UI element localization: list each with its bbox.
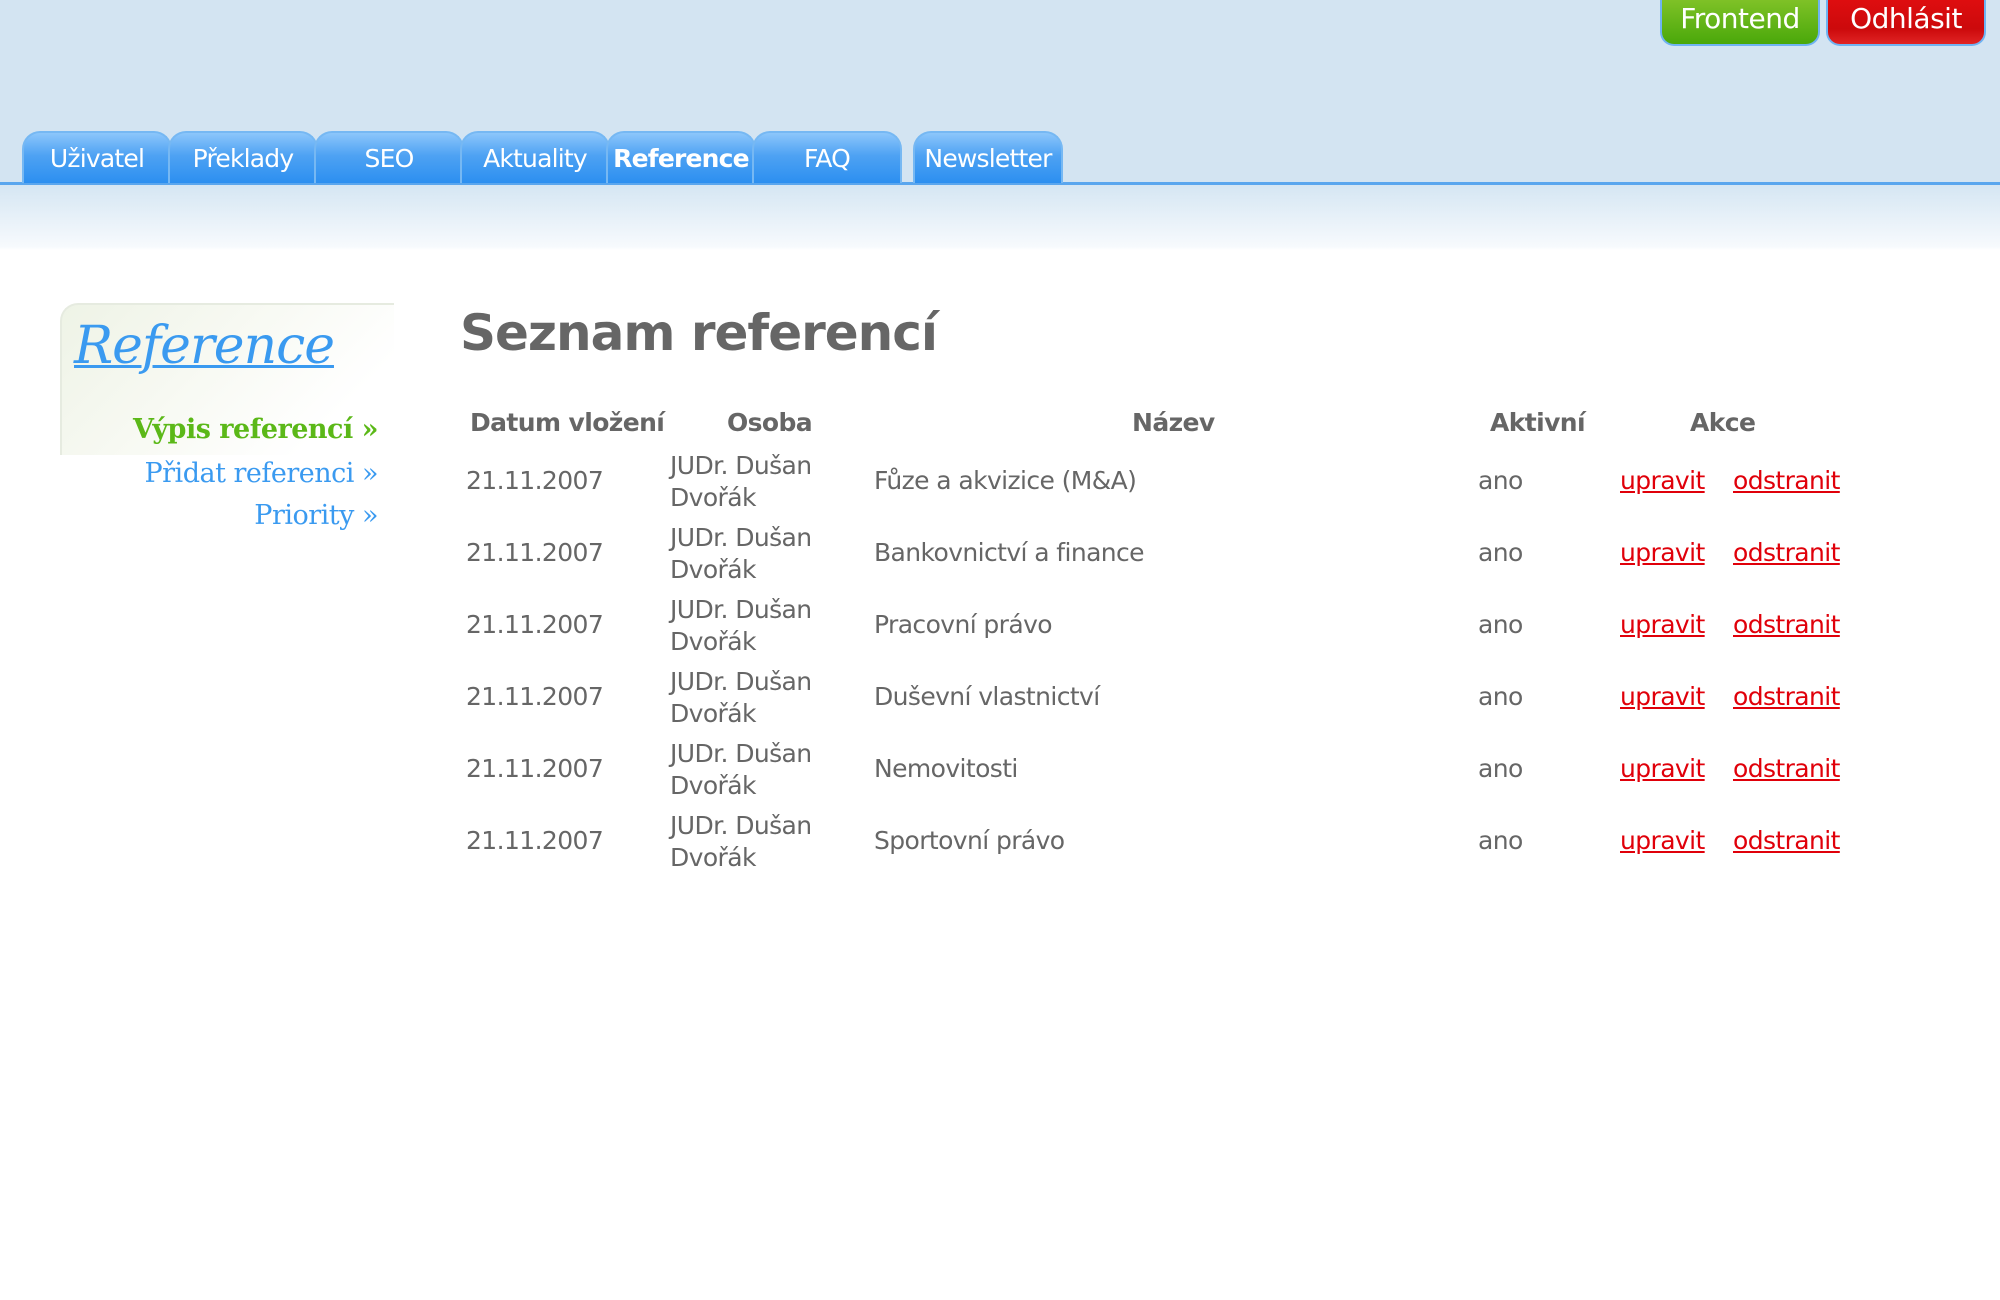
row-name: Pracovní právo <box>874 610 1053 639</box>
row-person-last: Dvořák <box>670 843 756 872</box>
edit-link[interactable]: upravit <box>1620 538 1705 567</box>
row-person-last: Dvořák <box>670 483 756 512</box>
row-person-first: JUDr. Dušan <box>670 739 812 768</box>
row-person-last: Dvořák <box>670 627 756 656</box>
tab-translations[interactable]: Překlady <box>168 131 318 183</box>
column-header-active: Aktivní <box>1490 408 1586 437</box>
row-active: ano <box>1478 682 1523 711</box>
frontend-button[interactable]: Frontend <box>1660 0 1820 46</box>
edit-link[interactable]: upravit <box>1620 826 1705 855</box>
row-name: Nemovitosti <box>874 754 1018 783</box>
row-active: ano <box>1478 754 1523 783</box>
tab-users[interactable]: Uživatel <box>22 131 172 183</box>
row-name: Sportovní právo <box>874 826 1065 855</box>
tab-faq[interactable]: FAQ <box>752 131 902 183</box>
edit-link[interactable]: upravit <box>1620 682 1705 711</box>
row-person-first: JUDr. Dušan <box>670 451 812 480</box>
row-date: 21.11.2007 <box>466 466 604 495</box>
tab-newsletter[interactable]: Newsletter <box>913 131 1063 183</box>
logout-button[interactable]: Odhlásit <box>1826 0 1986 46</box>
sidebar-link-priority[interactable]: Priority » <box>254 500 378 531</box>
row-person-last: Dvořák <box>670 555 756 584</box>
sidebar-link-list-references[interactable]: Výpis referencí » <box>133 414 378 445</box>
delete-link[interactable]: odstranit <box>1733 754 1840 783</box>
row-date: 21.11.2007 <box>466 682 604 711</box>
row-date: 21.11.2007 <box>466 538 604 567</box>
column-header-date: Datum vložení <box>470 408 665 437</box>
row-name: Duševní vlastnictví <box>874 682 1100 711</box>
row-name: Bankovnictví a finance <box>874 538 1145 567</box>
row-active: ano <box>1478 538 1523 567</box>
edit-link[interactable]: upravit <box>1620 610 1705 639</box>
row-name: Fůze a akvizice (M&A) <box>874 466 1137 495</box>
tab-seo[interactable]: SEO <box>314 131 464 183</box>
delete-link[interactable]: odstranit <box>1733 682 1840 711</box>
sidebar-title[interactable]: Reference <box>74 316 335 376</box>
header-fade <box>0 185 2000 250</box>
tab-news[interactable]: Aktuality <box>460 131 610 183</box>
sidebar-link-add-reference[interactable]: Přidat referenci » <box>144 458 378 489</box>
column-header-name: Název <box>1132 408 1215 437</box>
row-person-first: JUDr. Dušan <box>670 811 812 840</box>
row-person-first: JUDr. Dušan <box>670 667 812 696</box>
row-person-last: Dvořák <box>670 771 756 800</box>
delete-link[interactable]: odstranit <box>1733 610 1840 639</box>
page-title: Seznam referencí <box>460 304 938 362</box>
column-header-actions: Akce <box>1690 408 1756 437</box>
row-person-last: Dvořák <box>670 699 756 728</box>
edit-link[interactable]: upravit <box>1620 466 1705 495</box>
row-active: ano <box>1478 610 1523 639</box>
row-active: ano <box>1478 466 1523 495</box>
row-date: 21.11.2007 <box>466 754 604 783</box>
row-person-first: JUDr. Dušan <box>670 523 812 552</box>
row-active: ano <box>1478 826 1523 855</box>
delete-link[interactable]: odstranit <box>1733 826 1840 855</box>
delete-link[interactable]: odstranit <box>1733 466 1840 495</box>
row-date: 21.11.2007 <box>466 610 604 639</box>
delete-link[interactable]: odstranit <box>1733 538 1840 567</box>
tab-reference[interactable]: Reference <box>606 131 756 183</box>
row-person-first: JUDr. Dušan <box>670 595 812 624</box>
row-date: 21.11.2007 <box>466 826 604 855</box>
edit-link[interactable]: upravit <box>1620 754 1705 783</box>
column-header-person: Osoba <box>727 408 813 437</box>
